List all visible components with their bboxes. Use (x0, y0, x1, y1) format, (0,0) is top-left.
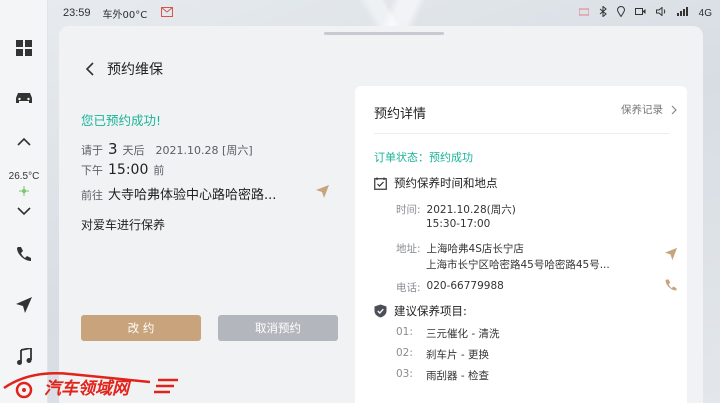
car-icon[interactable] (0, 86, 48, 110)
address-label: 地址: (396, 243, 421, 255)
address-row: 地址: 上海哈弗4S店长宁店 (396, 241, 524, 256)
temp-up-icon[interactable] (0, 134, 48, 150)
shield-check-icon (374, 304, 387, 318)
status-icons: 4G (578, 0, 712, 26)
address-value-name: 上海哈弗4S店长宁店 (426, 243, 524, 255)
sheet-grabber[interactable] (324, 32, 444, 35)
chevron-right-icon (671, 105, 677, 114)
appointment-time-row: 下午 15:00 前 (81, 162, 164, 178)
item-number: 03: (396, 368, 413, 380)
recommended-items-section-title: 建议保养项目: (374, 303, 467, 319)
back-button[interactable] (81, 61, 97, 77)
watermark-logo: 汽车领域网 (3, 372, 178, 399)
location-icon (616, 6, 625, 20)
address-value-street: 上海市长宁区哈密路45号哈密路45号... (426, 259, 610, 271)
modify-appointment-button[interactable]: 改 约 (81, 315, 201, 341)
navigation-arrow-icon (664, 247, 678, 261)
item-number: 02: (396, 347, 413, 359)
days-count: 3 (108, 140, 118, 158)
phone-row: 电话: 020-66779988 (396, 280, 504, 295)
cancel-appointment-button[interactable]: 取消预约 (218, 315, 338, 341)
item-text: 刹车片 - 更换 (426, 349, 489, 361)
fan-icon (0, 186, 48, 196)
time-place-section-title: 预约保养时间和地点 (374, 175, 498, 191)
record-link-label: 保养记录 (621, 104, 663, 116)
time-value-range: 15:30-17:00 (426, 218, 491, 230)
time-row: 时间: 2021.10.28(周六) (396, 202, 516, 217)
service-description: 对爱车进行保养 (81, 218, 166, 232)
navigate-button[interactable] (315, 184, 330, 203)
order-status: 订单状态：预约成功 (374, 151, 473, 164)
list-item: 01: 三元催化 - 清洗 (396, 326, 499, 347)
phone-icon[interactable] (0, 242, 48, 266)
navigate-to-store-button[interactable] (664, 246, 678, 265)
page-header: 预约维保 (81, 59, 163, 79)
appointment-time: 15:00 (108, 162, 149, 178)
bluetooth-icon (599, 5, 607, 20)
network-type: 4G (698, 7, 712, 19)
destination-name: 大寺哈弗体验中心路哈密路... (108, 188, 277, 203)
list-item: 03: 雨刮器 - 检查 (396, 368, 499, 389)
status-time: 23:59 (63, 7, 91, 19)
card-divider (374, 133, 669, 134)
watermark-text: 汽车领域网 (44, 379, 132, 399)
please-label: 请于 (81, 144, 103, 157)
appointment-detail-card: 预约详情 保养记录 订单状态：预约成功 预约保养时间和地点 时间: 2021.1… (355, 86, 687, 403)
message-icon[interactable] (161, 6, 174, 20)
period-label: 下午 (81, 164, 103, 177)
time-label: 时间: (396, 204, 421, 216)
page-title: 预约维保 (107, 62, 163, 78)
time-row-2: 15:30-17:00 (426, 218, 490, 230)
item-text: 雨刮器 - 检查 (426, 370, 489, 382)
success-message: 您已预约成功! (81, 113, 162, 128)
chevron-left-icon (85, 62, 94, 76)
left-dock: 26.5°C (0, 0, 48, 403)
camera-icon (634, 7, 646, 19)
temp-down-icon[interactable] (0, 204, 48, 218)
phone-value: 020-66779988 (426, 280, 504, 292)
time-suffix: 前 (153, 164, 165, 177)
time-place-title-text: 预约保养时间和地点 (394, 176, 498, 190)
detail-title: 预约详情 (374, 107, 427, 122)
status-bar: 23:59 车外00°C 4G (48, 0, 720, 26)
phone-label: 电话: (396, 282, 421, 294)
temperature-display: 26.5°C (8, 170, 40, 182)
maintenance-record-link[interactable]: 保养记录 (621, 102, 677, 117)
appointment-date: 2021.10.28 [周六] (155, 144, 253, 157)
destination-row: 前往 大寺哈弗体验中心路哈密路... (81, 184, 301, 203)
apps-grid-icon[interactable] (0, 36, 48, 60)
calendar-check-icon (374, 177, 387, 190)
list-item: 02: 刹车片 - 更换 (396, 347, 499, 368)
days-after-label: 天后 (122, 144, 145, 157)
maintenance-sheet: 预约维保 您已预约成功! 请于 3 天后 2021.10.28 [周六] 下午 … (59, 26, 703, 403)
signal-alert-icon (578, 7, 590, 20)
address-row-2: 上海市长宁区哈密路45号哈密路45号... (426, 257, 610, 272)
items-title-text: 建议保养项目: (394, 304, 467, 318)
item-number: 01: (396, 326, 413, 338)
recommended-items-list: 01: 三元催化 - 清洗 02: 刹车片 - 更换 03: 雨刮器 - 检查 (396, 326, 499, 389)
phone-icon (665, 279, 677, 291)
navigation-icon[interactable] (0, 293, 48, 317)
status-weather: 车外00°C (102, 9, 148, 21)
volume-icon (655, 6, 667, 19)
cellular-signal-icon (676, 7, 689, 19)
time-value-date: 2021.10.28(周六) (426, 204, 516, 216)
call-store-button[interactable] (664, 277, 678, 296)
goto-label: 前往 (81, 189, 103, 202)
item-text: 三元催化 - 清洗 (426, 328, 500, 340)
appointment-day-row: 请于 3 天后 2021.10.28 [周六] (81, 140, 253, 158)
navigation-arrow-icon (316, 185, 329, 198)
